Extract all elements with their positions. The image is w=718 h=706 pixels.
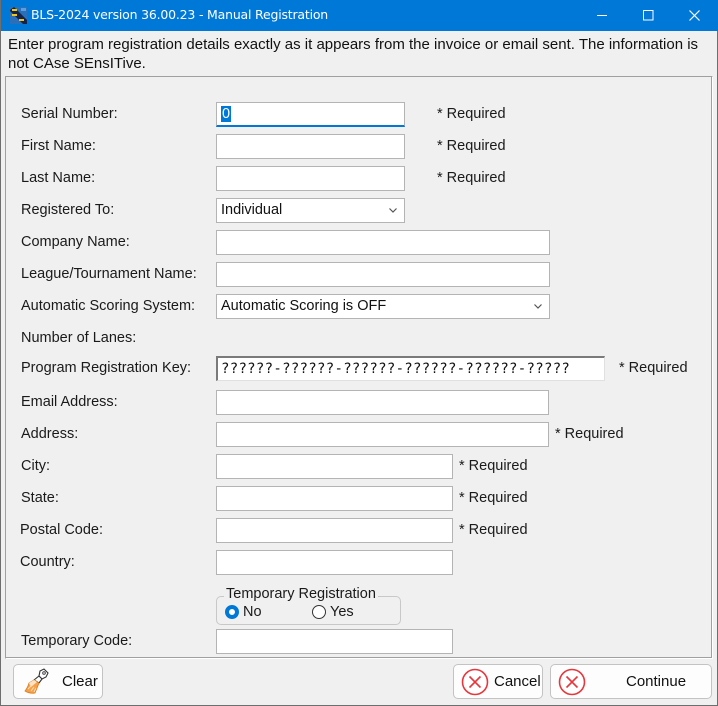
chevron-down-icon: [534, 304, 542, 309]
company-name-input[interactable]: [216, 230, 550, 255]
city-required: * Required: [459, 458, 528, 474]
radio-no-label: No: [243, 604, 262, 620]
window-title: BLS-2024 version 36.00.23 - Manual Regis…: [31, 7, 329, 22]
company-name-label: Company Name:: [21, 234, 130, 250]
temporary-code-label: Temporary Code:: [21, 633, 133, 649]
address-input[interactable]: [216, 422, 549, 447]
address-required: * Required: [555, 426, 624, 442]
city-label: City:: [21, 458, 50, 474]
broom-icon: [24, 667, 49, 694]
postal-code-input[interactable]: [216, 518, 453, 543]
serial-number-value: 0: [221, 106, 232, 122]
serial-number-input[interactable]: 0: [216, 102, 405, 127]
maximize-button[interactable]: [625, 0, 671, 31]
first-name-required: * Required: [437, 138, 506, 154]
clear-button-label: Clear: [62, 673, 98, 690]
instructions-text: Enter program registration details exact…: [8, 36, 699, 72]
continue-button-label: Continue: [626, 673, 687, 690]
close-button[interactable]: [671, 0, 717, 31]
radio-yes-label: Yes: [330, 604, 354, 620]
minimize-button[interactable]: [579, 0, 625, 31]
registration-key-input[interactable]: ??????-??????-??????-??????-??????-?????: [216, 356, 605, 381]
serial-number-label: Serial Number:: [21, 106, 118, 122]
temporary-registration-no-radio[interactable]: No: [225, 604, 262, 620]
chevron-down-icon: [389, 208, 397, 213]
manual-registration-window: BLS-2024 version 36.00.23 - Manual Regis…: [0, 0, 718, 706]
email-label: Email Address:: [21, 394, 118, 410]
city-input[interactable]: [216, 454, 453, 479]
temporary-registration-legend: Temporary Registration: [224, 586, 378, 602]
country-label: Country:: [20, 554, 75, 570]
league-name-label: League/Tournament Name:: [21, 266, 197, 282]
registered-to-label: Registered To:: [21, 202, 115, 218]
scoring-system-value: Automatic Scoring is OFF: [221, 298, 387, 314]
number-of-lanes-label: Number of Lanes:: [21, 330, 137, 346]
email-input[interactable]: [216, 390, 549, 415]
temporary-code-input[interactable]: [216, 629, 453, 654]
league-name-input[interactable]: [216, 262, 550, 287]
country-input[interactable]: [216, 550, 453, 575]
radio-unselected-icon: [312, 605, 326, 619]
state-label: State:: [21, 490, 59, 506]
registration-key-required: * Required: [619, 360, 688, 376]
close-icon: [688, 10, 700, 21]
maximize-icon: [642, 10, 653, 21]
registration-key-label: Program Registration Key:: [21, 360, 192, 376]
state-input[interactable]: [216, 486, 453, 511]
temporary-registration-yes-radio[interactable]: Yes: [312, 604, 354, 620]
clear-button[interactable]: Clear: [13, 664, 103, 699]
radio-selected-icon: [225, 605, 239, 619]
postal-code-label: Postal Code:: [20, 522, 104, 538]
address-label: Address:: [21, 426, 79, 442]
first-name-input[interactable]: [216, 134, 405, 159]
serial-number-required: * Required: [437, 106, 506, 122]
postal-code-required: * Required: [459, 522, 528, 538]
bls-app-icon: [10, 7, 27, 24]
last-name-input[interactable]: [216, 166, 405, 191]
cancel-x-icon: [461, 668, 489, 695]
cancel-button[interactable]: Cancel: [453, 664, 543, 699]
first-name-label: First Name:: [21, 138, 96, 154]
scoring-system-select[interactable]: Automatic Scoring is OFF: [216, 294, 550, 319]
minimize-icon: [596, 15, 607, 16]
title-bar[interactable]: BLS-2024 version 36.00.23 - Manual Regis…: [1, 0, 718, 31]
cancel-button-label: Cancel: [494, 673, 541, 690]
scoring-system-label: Automatic Scoring System:: [21, 298, 196, 314]
continue-button[interactable]: Continue: [550, 664, 712, 699]
last-name-required: * Required: [437, 170, 506, 186]
cancel-x-icon: [558, 668, 586, 695]
registered-to-select[interactable]: Individual: [216, 198, 405, 223]
registered-to-value: Individual: [221, 202, 283, 218]
state-required: * Required: [459, 490, 528, 506]
last-name-label: Last Name:: [21, 170, 96, 186]
